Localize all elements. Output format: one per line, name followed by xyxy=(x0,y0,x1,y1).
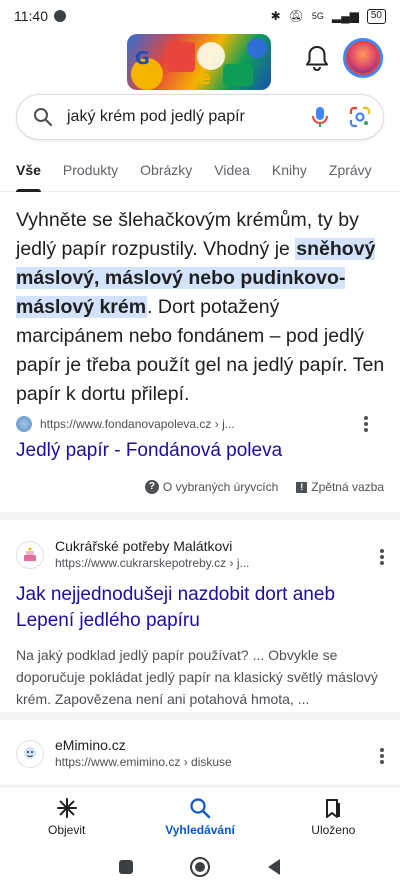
tab-all[interactable]: Vše xyxy=(16,152,41,192)
bluetooth-icon: ✱ xyxy=(270,9,281,23)
more-options-icon[interactable] xyxy=(364,416,368,432)
more-options-icon[interactable] xyxy=(380,549,384,565)
nav-discover-label: Objevit xyxy=(47,823,86,837)
result-site-name: Cukrářské potřeby Malátkovi xyxy=(55,538,233,554)
result-site-name: eMimino.cz xyxy=(55,737,126,753)
cukrarskepotreby-favicon-icon xyxy=(16,540,44,569)
emimino-favicon-icon xyxy=(16,739,44,768)
tab-news[interactable]: Zprávy xyxy=(329,152,372,192)
system-navigation-bar xyxy=(0,844,400,889)
doodle-artwork-icon: G e xyxy=(131,38,267,90)
result-description: Na jaký podklad jedlý papír používat? ..… xyxy=(16,647,378,707)
account-avatar[interactable] xyxy=(343,38,383,78)
search-icon xyxy=(190,798,211,819)
nav-search-label: Vyhledávání xyxy=(165,823,235,837)
notifications-bell-icon[interactable] xyxy=(304,44,330,72)
featured-snippet-text: Vyhněte se šlehačkovým krémům, ty by jed… xyxy=(16,206,386,409)
microphone-icon[interactable] xyxy=(309,105,331,129)
nav-discover[interactable]: Objevit xyxy=(0,787,133,844)
search-bar[interactable]: jaký krém pod jedlý papír xyxy=(16,94,384,140)
home-circle-icon[interactable] xyxy=(189,856,211,878)
mute-icon: 🔕︎ xyxy=(288,9,304,23)
svg-text:G: G xyxy=(135,48,150,69)
result-url: https://www.emimino.cz › diskuse xyxy=(55,755,232,769)
signal-icon: ▂▄▆ xyxy=(331,9,359,23)
back-triangle-icon[interactable] xyxy=(266,858,282,876)
more-options-icon[interactable] xyxy=(380,748,384,764)
snippet-footer: ? O vybraných úryvcích ! Zpětná vazba xyxy=(144,480,384,494)
nav-saved[interactable]: Uloženo xyxy=(267,787,400,844)
result-url: https://www.cukrarskepotreby.cz › j... xyxy=(55,556,250,570)
status-icons: ✱ 🔕︎ 5G ▂▄▆ 50 xyxy=(270,8,386,24)
fondanovapoleva-favicon-icon xyxy=(16,416,32,432)
tab-images[interactable]: Obrázky xyxy=(140,152,192,192)
notification-dot-icon xyxy=(54,10,66,22)
snippet-source-url[interactable]: https://www.fondanovapoleva.cz › j... xyxy=(40,417,235,431)
status-time: 11:40 xyxy=(14,8,48,24)
tab-books[interactable]: Knihy xyxy=(272,152,307,192)
snippet-source-title[interactable]: Jedlý papír - Fondánová poleva xyxy=(16,440,282,462)
help-icon: ? xyxy=(144,480,159,494)
nav-saved-label: Uloženo xyxy=(311,823,356,837)
result-title[interactable]: Jak nejjednodušeji nazdobit dort aneb Le… xyxy=(16,582,386,634)
tab-products[interactable]: Produkty xyxy=(63,152,118,192)
result-header[interactable]: eMimino.cz https://www.emimino.cz › disk… xyxy=(16,736,386,771)
section-divider xyxy=(0,512,400,520)
bottom-navigation: Objevit Vyhledávání Uloženo xyxy=(0,786,400,844)
nav-search[interactable]: Vyhledávání xyxy=(133,787,266,844)
search-icon xyxy=(34,108,53,127)
about-snippets-link[interactable]: O vybraných úryvcích xyxy=(163,480,278,494)
feedback-icon: ! xyxy=(296,481,308,493)
result-header[interactable]: Cukrářské potřeby Malátkovi https://www.… xyxy=(16,537,386,572)
network-label: 5G xyxy=(311,11,324,21)
tab-videos[interactable]: Videa xyxy=(214,152,250,192)
bookmark-icon xyxy=(326,799,341,818)
snippet-source-row: https://www.fondanovapoleva.cz › j... xyxy=(16,416,386,432)
search-tabs: Vše Produkty Obrázky Videa Knihy Zprávy xyxy=(0,152,400,192)
google-doodle[interactable]: G e xyxy=(127,34,271,90)
feedback-link[interactable]: Zpětná vazba xyxy=(311,480,384,494)
search-result: Cukrářské potřeby Malátkovi https://www.… xyxy=(16,537,386,710)
status-bar: 11:40 ✱ 🔕︎ 5G ▂▄▆ 50 xyxy=(0,0,400,32)
search-query[interactable]: jaký krém pod jedlý papír xyxy=(67,108,309,126)
asterisk-icon xyxy=(56,798,77,818)
section-divider xyxy=(0,712,400,720)
google-lens-icon[interactable] xyxy=(349,106,371,128)
search-result: eMimino.cz https://www.emimino.cz › disk… xyxy=(16,736,386,771)
recents-square-icon[interactable] xyxy=(118,859,134,875)
svg-text:e: e xyxy=(199,68,211,89)
battery-icon: 50 xyxy=(366,8,386,24)
